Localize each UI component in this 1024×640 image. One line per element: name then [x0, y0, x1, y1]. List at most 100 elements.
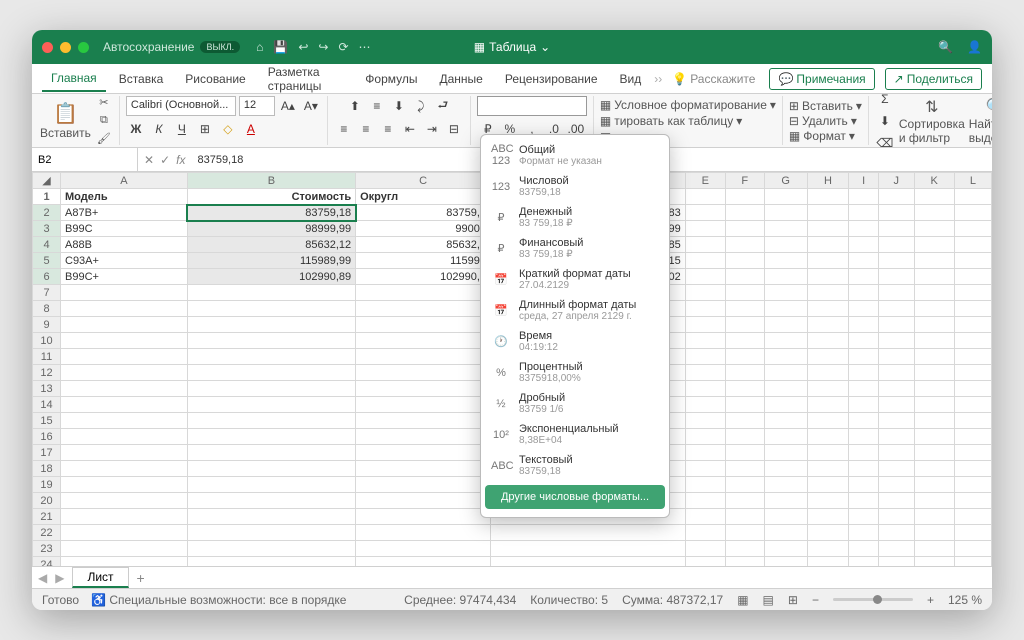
enter-icon[interactable]: ✓: [160, 153, 170, 167]
format-painter-icon[interactable]: 🖌: [95, 131, 113, 147]
cell[interactable]: B99C: [61, 221, 188, 237]
tab-review[interactable]: Рецензирование: [496, 67, 607, 91]
format-scientific[interactable]: 10²Экспоненциальный8,38E+04: [481, 419, 669, 450]
col-header[interactable]: A: [61, 173, 188, 189]
save-icon[interactable]: 💾: [273, 40, 288, 54]
cell[interactable]: 102990,89: [187, 269, 355, 285]
bold-icon[interactable]: Ж: [126, 119, 146, 139]
undo-icon[interactable]: ↩: [298, 40, 308, 54]
increase-font-icon[interactable]: A▴: [278, 96, 298, 116]
cell[interactable]: Модель: [61, 189, 188, 205]
align-bot-icon[interactable]: ⬇: [389, 96, 409, 116]
format-currency[interactable]: ₽Денежный83 759,18 ₽: [481, 202, 669, 233]
insert-cells[interactable]: ⊞ Вставить ▾: [789, 99, 862, 113]
row-header[interactable]: 6: [33, 269, 61, 285]
autosave-toggle[interactable]: Автосохранение ВЫКЛ.: [103, 40, 240, 54]
decrease-font-icon[interactable]: A▾: [301, 96, 321, 116]
view-normal-icon[interactable]: ▦: [737, 593, 748, 607]
find-select[interactable]: 🔍Найти и выделить: [969, 97, 992, 145]
sort-filter[interactable]: ⇅Сортировка и фильтр: [899, 97, 965, 145]
font-select[interactable]: Calibri (Основной...: [126, 96, 236, 116]
align-center-icon[interactable]: ≡: [356, 119, 376, 139]
cell[interactable]: 83759,18: [187, 205, 355, 221]
tell-me[interactable]: 💡Расскажите: [672, 72, 755, 86]
delete-cells[interactable]: ⊟ Удалить ▾: [789, 114, 862, 128]
cell[interactable]: 98999,99: [187, 221, 355, 237]
share-button[interactable]: ↗Поделиться: [885, 68, 982, 90]
align-left-icon[interactable]: ≡: [334, 119, 354, 139]
cell[interactable]: 115990: [356, 253, 491, 269]
col-header[interactable]: C: [356, 173, 491, 189]
format-text[interactable]: ABCТекстовый83759,18: [481, 450, 669, 481]
merge-icon[interactable]: ⊟: [444, 119, 464, 139]
cancel-icon[interactable]: ✕: [144, 153, 154, 167]
row-header[interactable]: 3: [33, 221, 61, 237]
col-header[interactable]: L: [954, 173, 991, 189]
cell[interactable]: 115989,99: [187, 253, 355, 269]
fill-icon[interactable]: ⬇: [875, 111, 895, 131]
italic-icon[interactable]: К: [149, 119, 169, 139]
more-icon[interactable]: ⋯: [359, 40, 371, 54]
format-fraction[interactable]: ½Дробный83759 1/6: [481, 388, 669, 419]
refresh-icon[interactable]: ⟳: [338, 40, 348, 54]
cell[interactable]: 83759,2: [356, 205, 491, 221]
format-accounting[interactable]: ₽Финансовый83 759,18 ₽: [481, 233, 669, 264]
col-header[interactable]: K: [914, 173, 954, 189]
view-layout-icon[interactable]: ▤: [763, 593, 774, 607]
tab-view[interactable]: Вид: [611, 67, 651, 91]
paste-button[interactable]: 📋Вставить: [40, 101, 91, 140]
orientation-icon[interactable]: ⤸: [411, 96, 431, 116]
fill-color-icon[interactable]: ◇: [218, 119, 238, 139]
tab-insert[interactable]: Вставка: [110, 67, 173, 91]
format-percent[interactable]: %Процентный8375918,00%: [481, 357, 669, 388]
zoom-slider[interactable]: [833, 598, 913, 601]
cell[interactable]: Округл: [356, 189, 491, 205]
cell[interactable]: 99000: [356, 221, 491, 237]
cell[interactable]: C93A+: [61, 253, 188, 269]
row-header[interactable]: 4: [33, 237, 61, 253]
align-mid-icon[interactable]: ≡: [367, 96, 387, 116]
fx-icon[interactable]: fx: [176, 153, 185, 167]
document-title[interactable]: ▦ Таблица ⌄: [474, 40, 550, 54]
tab-layout[interactable]: Разметка страницы: [259, 60, 353, 98]
indent-inc-icon[interactable]: ⇥: [422, 119, 442, 139]
font-size[interactable]: 12: [239, 96, 275, 116]
format-as-table[interactable]: ▦ тировать как таблицу ▾: [600, 114, 776, 128]
number-format-select[interactable]: [477, 96, 587, 116]
comments-button[interactable]: 💬Примечания: [769, 68, 874, 90]
tab-home[interactable]: Главная: [42, 66, 106, 92]
align-right-icon[interactable]: ≡: [378, 119, 398, 139]
underline-icon[interactable]: Ч: [172, 119, 192, 139]
border-icon[interactable]: ⊞: [195, 119, 215, 139]
search-icon[interactable]: 🔍: [938, 40, 953, 54]
format-general[interactable]: ABC 123ОбщийФормат не указан: [481, 139, 669, 171]
col-header[interactable]: B: [187, 173, 355, 189]
select-all[interactable]: ◢: [33, 173, 61, 189]
cell[interactable]: A88B: [61, 237, 188, 253]
add-sheet[interactable]: +: [137, 570, 145, 586]
cell[interactable]: A87B+: [61, 205, 188, 221]
format-short-date[interactable]: 📅Краткий формат даты27.04.2129: [481, 264, 669, 295]
home-icon[interactable]: ⌂: [256, 40, 263, 54]
format-cells[interactable]: ▦ Формат ▾: [789, 129, 862, 143]
col-header[interactable]: F: [725, 173, 764, 189]
sheet-tab[interactable]: Лист: [72, 567, 128, 588]
zoom-level[interactable]: 125 %: [948, 593, 982, 607]
wrap-icon[interactable]: ⮐: [433, 96, 453, 116]
col-header[interactable]: G: [764, 173, 807, 189]
maximize-button[interactable]: [78, 42, 89, 53]
format-long-date[interactable]: 📅Длинный формат датысреда, 27 апреля 212…: [481, 295, 669, 326]
close-button[interactable]: [42, 42, 53, 53]
tab-formulas[interactable]: Формулы: [356, 67, 426, 91]
format-number[interactable]: 123Числовой83759,18: [481, 171, 669, 202]
formula-input[interactable]: 83759,18: [191, 154, 249, 166]
name-box[interactable]: B2: [32, 148, 138, 171]
autosum-icon[interactable]: Σ: [875, 89, 895, 109]
row-header[interactable]: 5: [33, 253, 61, 269]
font-color-icon[interactable]: A: [241, 119, 261, 139]
sheet-next[interactable]: ▶: [55, 571, 64, 585]
col-header[interactable]: J: [878, 173, 914, 189]
zoom-in[interactable]: +: [927, 593, 934, 607]
row-header[interactable]: 1: [33, 189, 61, 205]
tab-draw[interactable]: Рисование: [176, 67, 254, 91]
